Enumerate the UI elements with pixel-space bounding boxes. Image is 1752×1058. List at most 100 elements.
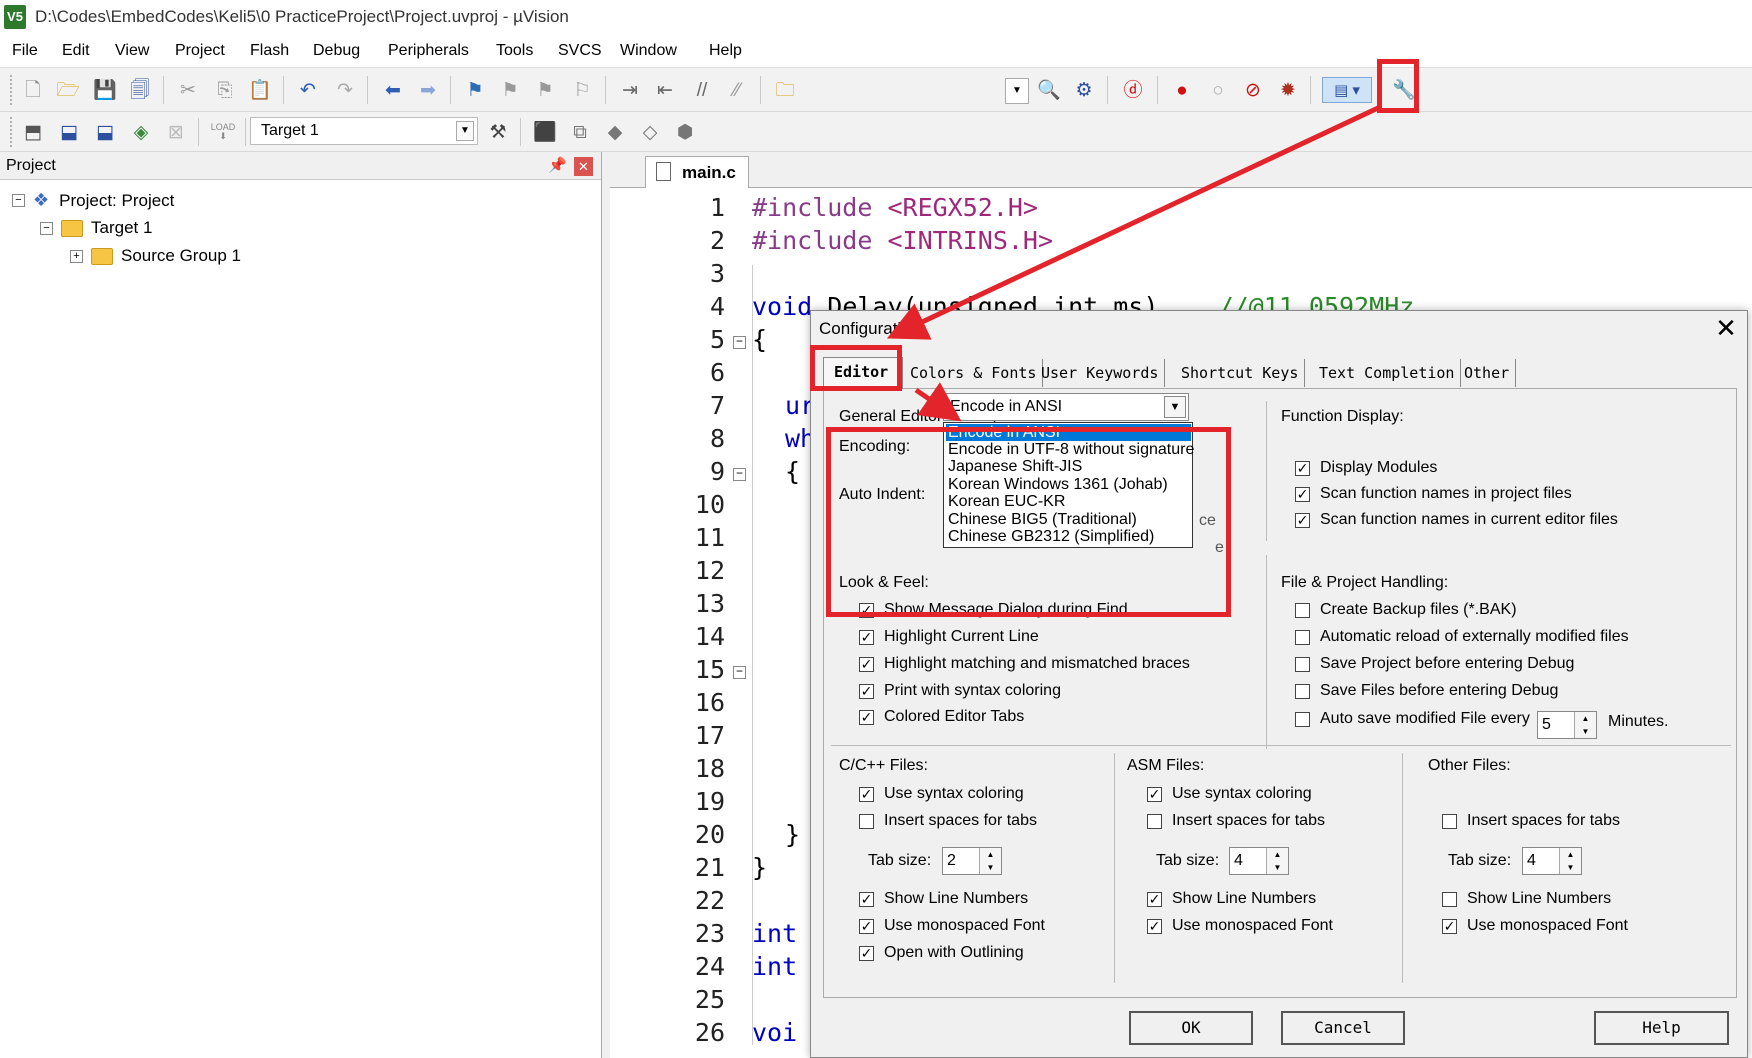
tree-item-target[interactable]: − Target 1 [40,218,152,238]
checkbox-cpp-spaces[interactable]: Insert spaces for tabs [859,812,1037,830]
bookmark-icon[interactable]: ⚑ [462,77,488,103]
cancel-button[interactable]: Cancel [1281,1011,1405,1045]
checkbox-auto-reload[interactable]: Automatic reload of externally modified … [1295,628,1629,646]
nav-back-icon[interactable]: ⬅ [380,77,406,103]
tab-other[interactable]: Other [1458,359,1517,387]
fold-toggle-icon[interactable]: − [733,335,746,349]
menu-window[interactable]: Window [620,42,677,60]
indent-icon[interactable]: ⇥ [617,77,643,103]
ok-button[interactable]: OK [1129,1011,1253,1045]
asm-tab-size-stepper[interactable]: 4 ▲ ▼ [1229,847,1289,875]
chevron-down-icon[interactable]: ▼ [1164,396,1186,418]
checkbox-icon[interactable]: ✓ [859,683,874,699]
fold-toggle-icon[interactable]: − [733,467,746,481]
clear-bookmarks-icon[interactable]: ⚐ [569,77,595,103]
find-dropdown[interactable]: ▼ [1005,78,1029,104]
checkbox-other-monospaced[interactable]: ✓ Use monospaced Font [1442,917,1628,935]
tab-colors-fonts[interactable]: Colors & Fonts [904,359,1044,387]
incremental-find-icon[interactable]: ⚙ [1071,77,1097,103]
spin-arrows-icon[interactable]: ▲ ▼ [1574,712,1596,738]
checkbox-icon[interactable]: ✓ [1147,891,1162,907]
checkbox-icon[interactable] [1295,602,1310,618]
checkbox-icon[interactable]: ✓ [1147,918,1162,934]
pin-icon[interactable]: 📌 [548,156,567,174]
checkbox-asm-line-numbers[interactable]: ✓ Show Line Numbers [1147,890,1316,908]
menu-debug[interactable]: Debug [313,42,360,60]
collapse-icon[interactable]: − [40,221,53,235]
checkbox-other-spaces[interactable]: Insert spaces for tabs [1442,812,1620,830]
select-packs-icon[interactable]: ⬢ [672,119,698,145]
close-icon[interactable]: ✕ [574,157,593,176]
menu-file[interactable]: File [12,42,38,60]
checkbox-icon[interactable] [1295,629,1310,645]
checkbox-colored-editor-tabs[interactable]: ✓ Colored Editor Tabs [859,708,1024,726]
checkbox-icon[interactable] [1295,656,1310,672]
checkbox-icon[interactable]: ✓ [1442,918,1457,934]
tab-user-keywords[interactable]: User Keywords [1035,359,1166,387]
nav-forward-icon[interactable]: ➡ [415,77,441,103]
menu-flash[interactable]: Flash [250,42,289,60]
other-tab-size-stepper[interactable]: 4 ▲ ▼ [1522,847,1582,875]
checkbox-icon[interactable]: ✓ [859,945,874,961]
uncomment-icon[interactable]: ⁄⁄ [724,77,750,103]
collapse-icon[interactable]: − [12,194,25,207]
copy-icon[interactable]: ⎘ [212,77,238,103]
expand-icon[interactable]: + [70,249,83,263]
checkbox-icon[interactable]: ✓ [1295,460,1310,476]
window-layout-icon[interactable]: ▤ ▾ [1322,77,1372,103]
tree-item-project[interactable]: − ❖ Project: Project [12,190,174,211]
open-folder-icon[interactable]: 🗁 [55,77,81,103]
checkbox-icon[interactable]: ✓ [1147,786,1162,802]
checkbox-icon[interactable]: ✓ [859,786,874,802]
checkbox-icon[interactable] [1442,891,1457,907]
undo-icon[interactable]: ↶ [295,77,321,103]
rebuild-icon[interactable]: ⬓ [92,119,118,145]
find-icon[interactable]: 🔍 [1036,77,1062,103]
pack-installer-icon[interactable]: ◇ [637,119,663,145]
checkbox-icon[interactable]: ✓ [1295,486,1310,502]
checkbox-asm-monospaced[interactable]: ✓ Use monospaced Font [1147,917,1333,935]
help-button[interactable]: Help [1594,1011,1729,1045]
unindent-icon[interactable]: ⇤ [652,77,678,103]
next-bookmark-icon[interactable]: ⚑ [532,77,558,103]
menu-tools[interactable]: Tools [496,42,533,60]
stop-build-icon[interactable]: ⊠ [163,119,189,145]
tab-shortcut-keys[interactable]: Shortcut Keys [1175,359,1306,387]
spin-arrows-icon[interactable]: ▲ ▼ [1559,848,1581,874]
tab-text-completion[interactable]: Text Completion [1313,359,1462,387]
redo-icon[interactable]: ↷ [332,77,358,103]
checkbox-display-modules[interactable]: ✓ Display Modules [1295,459,1437,477]
checkbox-icon[interactable] [1295,683,1310,699]
encoding-select[interactable]: Encode in ANSI ▼ [943,393,1189,421]
checkbox-create-backup[interactable]: Create Backup files (*.BAK) [1295,601,1517,619]
prev-bookmark-icon[interactable]: ⚑ [497,77,523,103]
cpp-tab-size-stepper[interactable]: 2 ▲ ▼ [942,847,1002,875]
spin-arrows-icon[interactable]: ▲ ▼ [979,848,1001,874]
menu-svcs[interactable]: SVCS [558,42,602,60]
new-file-icon[interactable]: 🗋 [20,77,46,103]
dialog-close-icon[interactable]: ✕ [1709,313,1743,343]
save-icon[interactable]: 💾 [92,77,118,103]
checkbox-icon[interactable] [1147,813,1162,829]
checkbox-icon[interactable] [1442,813,1457,829]
checkbox-asm-spaces[interactable]: Insert spaces for tabs [1147,812,1325,830]
checkbox-other-line-numbers[interactable]: Show Line Numbers [1442,890,1611,908]
target-select[interactable]: Target 1 ▼ [250,117,478,145]
kill-all-breakpoints-icon[interactable]: ✹ [1275,77,1301,103]
cut-icon[interactable]: ✂ [175,77,201,103]
find-in-files-icon[interactable]: 🗀 [772,77,798,103]
breakpoint-icon[interactable]: ● [1169,77,1195,103]
menu-peripherals[interactable]: Peripherals [388,42,469,60]
checkbox-cpp-line-numbers[interactable]: ✓ Show Line Numbers [859,890,1028,908]
rte-icon[interactable]: ◆ [602,119,628,145]
tree-item-source-group[interactable]: + Source Group 1 [70,246,241,266]
checkbox-icon[interactable]: ✓ [1295,512,1310,528]
file-extensions-icon[interactable]: ⧉ [567,119,593,145]
load-flash-icon[interactable]: LOAD ⬇ [210,119,236,145]
checkbox-icon[interactable]: ✓ [859,656,874,672]
checkbox-icon[interactable]: ✓ [859,709,874,725]
checkbox-cpp-syntax[interactable]: ✓ Use syntax coloring [859,785,1024,803]
paste-icon[interactable]: 📋 [247,77,273,103]
menu-edit[interactable]: Edit [62,42,90,60]
menu-view[interactable]: View [115,42,149,60]
